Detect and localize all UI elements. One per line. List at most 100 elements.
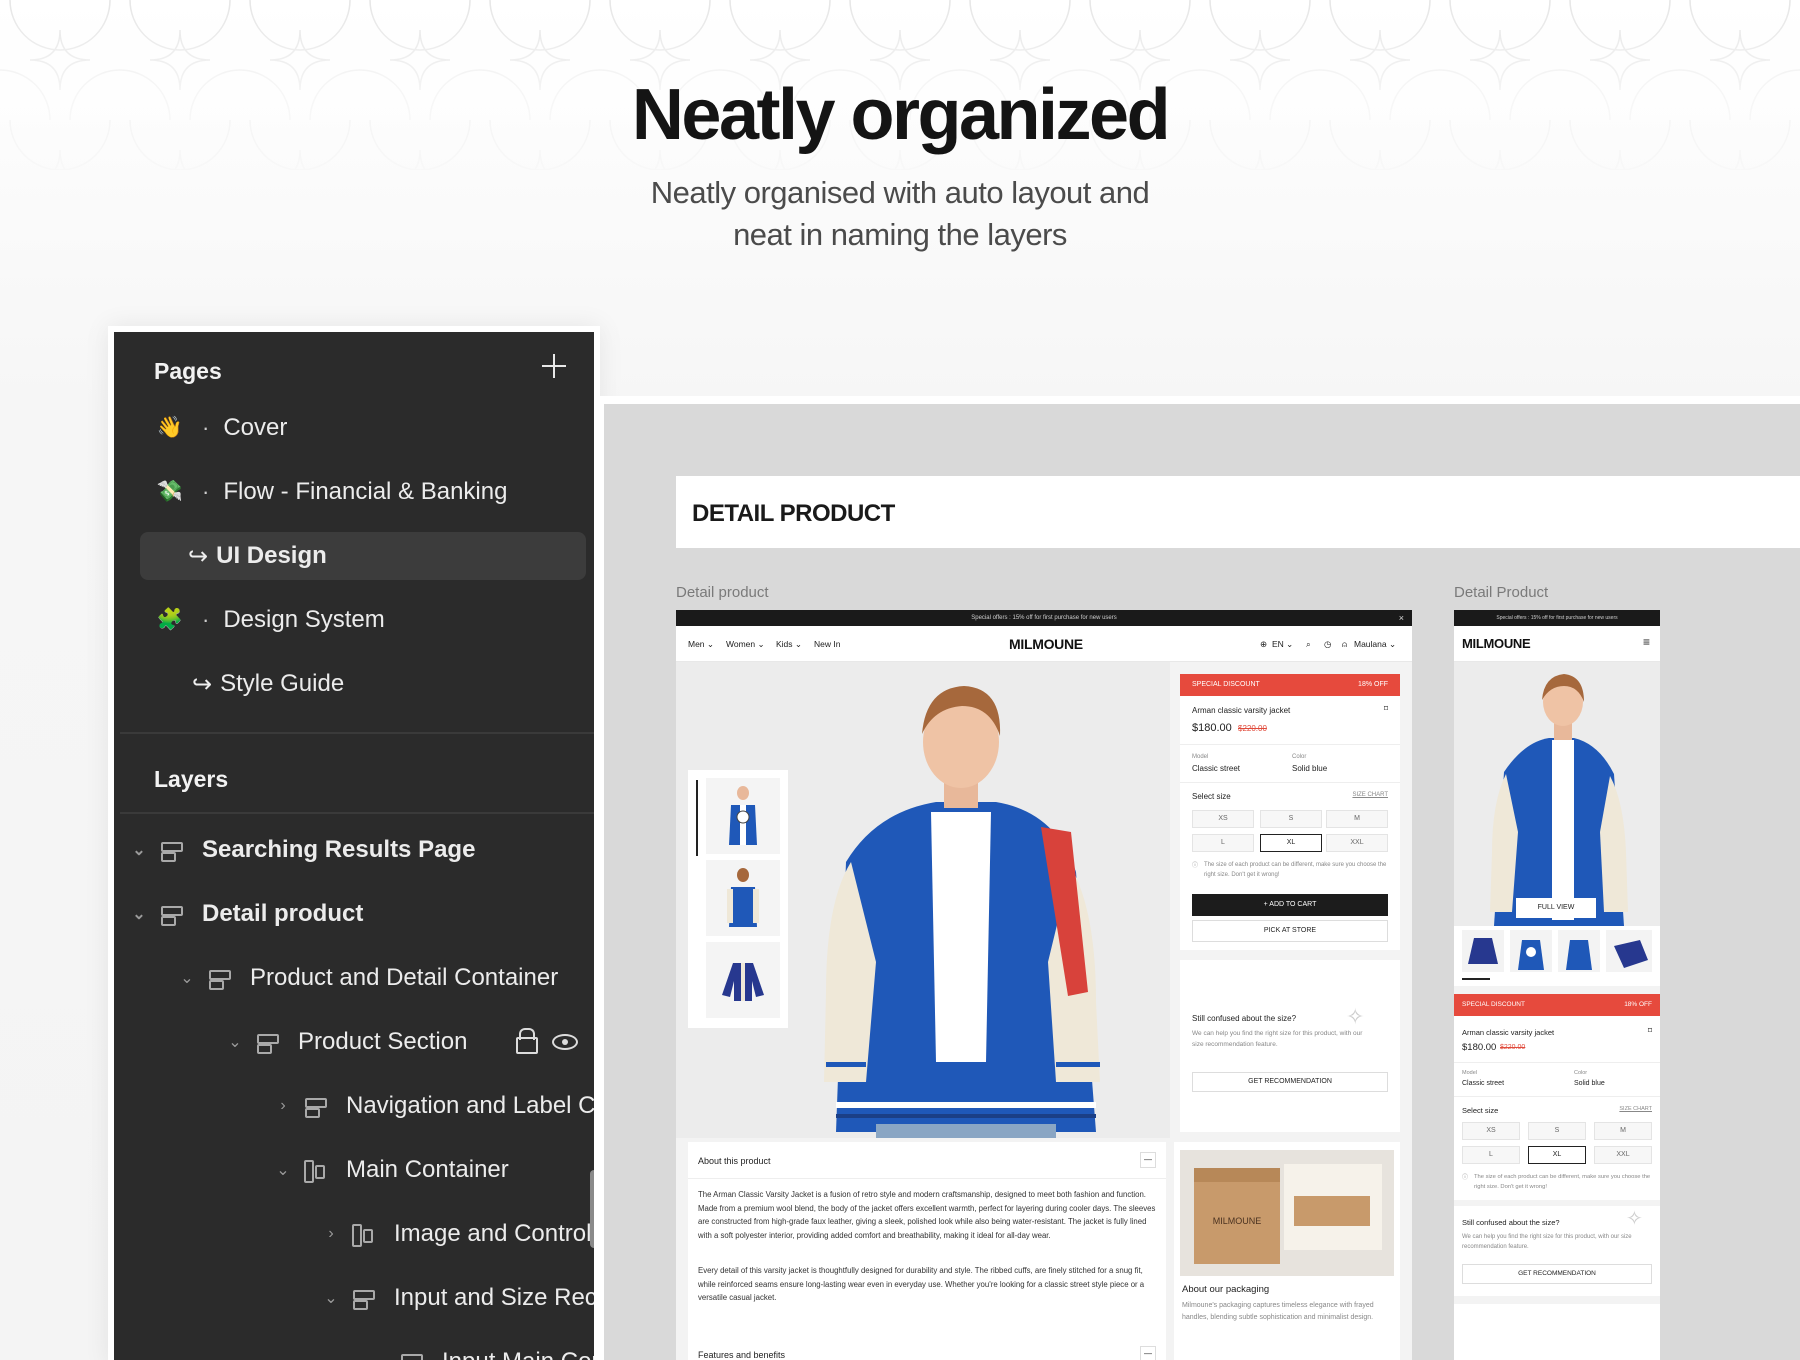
add-to-cart-button[interactable]: + ADD TO CART <box>1192 894 1388 916</box>
thumbnail-image <box>729 786 757 845</box>
layer-input-size[interactable]: ⌄ Input and Size Reco <box>322 1278 594 1318</box>
chevron-down-icon[interactable]: ⌄ <box>370 1352 388 1360</box>
size-option-xl[interactable]: XL <box>1528 1146 1586 1164</box>
bookmark-icon[interactable]: ⌑ <box>1648 1026 1652 1035</box>
get-recommendation-button[interactable]: GET RECOMMENDATION <box>1462 1264 1652 1284</box>
layer-product-section[interactable]: ⌄ Product Section <box>226 1022 594 1062</box>
layer-label: Navigation and Label Co <box>346 1092 600 1119</box>
collapse-icon[interactable]: — <box>1140 1152 1156 1168</box>
size-option-xl[interactable]: XL <box>1260 834 1322 852</box>
get-recommendation-button[interactable]: GET RECOMMENDATION <box>1192 1072 1388 1092</box>
layer-image-control[interactable]: › Image and Control <box>322 1214 591 1254</box>
brand-logo[interactable]: MILMOUNE <box>1009 636 1083 652</box>
discount-label: SPECIAL DISCOUNT <box>1462 1001 1525 1008</box>
size-option-xs[interactable]: XS <box>1192 810 1254 828</box>
globe-icon[interactable]: ⊕ <box>1260 639 1267 650</box>
cart-icon[interactable]: ◷ <box>1324 639 1331 650</box>
chevron-down-icon[interactable]: ⌄ <box>178 968 196 988</box>
page-item-cover[interactable]: 👋 · Cover <box>140 404 586 452</box>
page-item-ui-design[interactable]: ↪ UI Design <box>140 532 586 580</box>
nav-kids[interactable]: Kids ⌄ <box>776 639 802 650</box>
chevron-right-icon[interactable]: › <box>322 1225 340 1243</box>
nav-men[interactable]: Men ⌄ <box>688 639 714 650</box>
page-item-flow[interactable]: 💸 · Flow - Financial & Banking <box>140 468 586 516</box>
desktop-frame-label[interactable]: Detail product <box>676 584 769 601</box>
thumbnail-front[interactable] <box>706 778 780 854</box>
size-option-m[interactable]: M <box>1594 1122 1652 1140</box>
collapse-icon[interactable]: — <box>1140 1346 1156 1360</box>
thumbnail-flat[interactable] <box>706 942 780 1018</box>
layer-detail-product[interactable]: ⌄ Detail product <box>130 894 363 934</box>
info-icon: ⓘ <box>1192 863 1199 869</box>
page-item-style-guide[interactable]: ↪ Style Guide <box>140 660 586 708</box>
add-page-icon[interactable] <box>540 352 568 380</box>
pages-heading: Pages <box>154 358 222 384</box>
size-chart-link[interactable]: SIZE CHART <box>1352 792 1388 798</box>
divider <box>1454 1062 1660 1063</box>
select-size-label: Select size <box>1462 1106 1499 1115</box>
nav-women[interactable]: Women ⌄ <box>726 639 765 650</box>
page-item-label: Style Guide <box>220 670 345 697</box>
packaging-image: MILMOUNE <box>1180 1150 1394 1276</box>
size-option-l[interactable]: L <box>1462 1146 1520 1164</box>
mobile-detail-frame[interactable]: Special offers : 15% off for first purch… <box>1454 610 1660 1360</box>
mobile-thumbnails[interactable] <box>1454 926 1660 976</box>
product-old-price: $220.00 <box>1238 724 1267 733</box>
layer-product-detail-container[interactable]: ⌄ Product and Detail Container <box>178 958 558 998</box>
size-chart-link[interactable]: SIZE CHART <box>1619 1106 1652 1112</box>
color-value: Solid blue <box>1292 764 1328 773</box>
features-title: Features and benefits <box>698 1350 786 1360</box>
panel-divider <box>120 732 594 734</box>
sparkle-icon: ✧ <box>1626 1208 1643 1230</box>
menu-icon[interactable]: ≡ <box>1643 635 1650 649</box>
nav-new-in[interactable]: New In <box>814 639 840 649</box>
layer-searching-results[interactable]: ⌄ Searching Results Page <box>130 830 475 870</box>
bookmark-icon[interactable]: ⌑ <box>1384 704 1388 713</box>
size-option-l[interactable]: L <box>1192 834 1254 852</box>
mobile-thumbnail-strip <box>1454 926 1660 986</box>
search-icon[interactable]: ⌕ <box>1306 639 1311 650</box>
features-card: Features and benefits — <box>688 1336 1166 1360</box>
user-icon[interactable]: ⍝ <box>1342 639 1347 650</box>
layer-label: Detail product <box>202 900 364 927</box>
chevron-down-icon[interactable]: ⌄ <box>274 1160 292 1180</box>
language-select[interactable]: EN ⌄ <box>1272 639 1293 650</box>
layer-main-container[interactable]: ⌄ Main Container <box>274 1150 509 1190</box>
brand-logo[interactable]: MILMOUNE <box>1462 636 1531 651</box>
size-option-m[interactable]: M <box>1326 810 1388 828</box>
product-price: $180.00 <box>1462 1042 1497 1053</box>
model-label: Model <box>1462 1070 1477 1076</box>
discount-value: 18% OFF <box>1358 681 1388 688</box>
close-icon[interactable]: × <box>1399 610 1404 626</box>
layer-label: Product and Detail Container <box>250 964 559 991</box>
chevron-right-icon[interactable]: › <box>274 1097 292 1115</box>
mobile-frame-label[interactable]: Detail Product <box>1454 584 1548 601</box>
size-option-xs[interactable]: XS <box>1462 1122 1520 1140</box>
chevron-down-icon[interactable]: ⌄ <box>130 840 148 860</box>
size-option-s[interactable]: S <box>1260 810 1322 828</box>
layer-input-main[interactable]: ⌄ Input Main Con <box>370 1342 594 1360</box>
size-option-s[interactable]: S <box>1528 1122 1586 1140</box>
thumbnail-back[interactable] <box>706 860 780 936</box>
page-item-label: Cover <box>223 414 288 441</box>
mobile-navbar: MILMOUNE ≡ <box>1454 626 1660 662</box>
user-menu[interactable]: Maulana ⌄ <box>1354 639 1396 650</box>
design-canvas: DETAIL PRODUCT Detail product Detail Pro… <box>598 396 1800 1360</box>
desktop-detail-frame[interactable]: Special offers : 15% off for first purch… <box>676 610 1412 1360</box>
panel-scrollbar[interactable] <box>590 1170 594 1248</box>
lock-icon[interactable] <box>516 1028 538 1054</box>
pick-at-store-button[interactable]: PICK AT STORE <box>1192 920 1388 942</box>
size-option-xxl[interactable]: XXL <box>1594 1146 1652 1164</box>
chevron-down-icon[interactable]: ⌄ <box>322 1288 340 1308</box>
chevron-down-icon[interactable]: ⌄ <box>226 1032 244 1052</box>
full-view-button[interactable]: FULL VIEW <box>1516 898 1596 918</box>
purchase-panel: SPECIAL DISCOUNT 18% OFF Arman classic v… <box>1180 674 1400 1002</box>
chevron-down-icon[interactable]: ⌄ <box>130 904 148 924</box>
page-item-design-system[interactable]: 🧩 · Design System <box>140 596 586 644</box>
discount-value: 18% OFF <box>1624 1001 1652 1008</box>
size-option-xxl[interactable]: XXL <box>1326 834 1388 852</box>
eye-icon[interactable] <box>552 1034 578 1050</box>
layer-navigation-label[interactable]: › Navigation and Label Co <box>274 1086 600 1126</box>
thumbnail-strip <box>688 770 788 1028</box>
model-value: Classic street <box>1462 1080 1505 1087</box>
